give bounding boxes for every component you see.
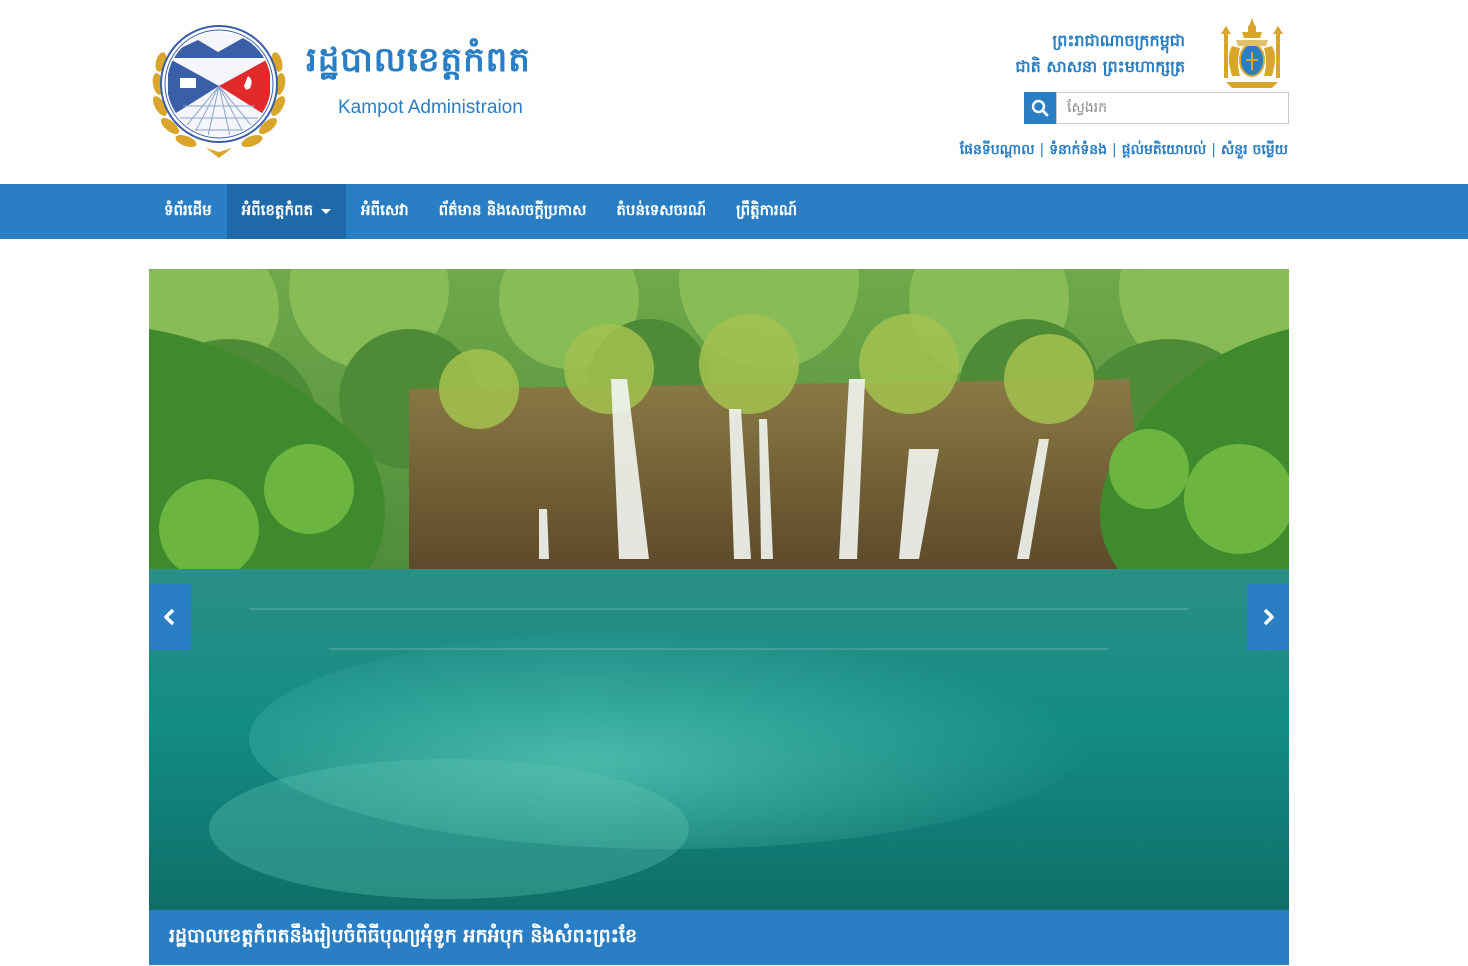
nav-item-tourism[interactable]: តំបន់ទេសចរណ៍ (601, 184, 721, 239)
nav-item-label: អំពីសេវា (361, 200, 409, 219)
chevron-right-icon (1263, 608, 1274, 626)
page: រដ្ឋបាលខេត្តកំពត Kampot Administraion ព្… (0, 0, 1468, 966)
nav-item-about-kampot[interactable]: អំពីខេត្តកំពត (226, 184, 347, 239)
quick-link-feedback[interactable]: ផ្ដល់មតិយោបល់ (1122, 142, 1206, 158)
carousel-prev-button[interactable] (149, 584, 191, 650)
site-title[interactable]: រដ្ឋបាលខេត្តកំពត (306, 38, 531, 88)
nav-item-services[interactable]: អំពីសេវា (346, 184, 424, 239)
caret-down-icon (321, 209, 332, 214)
nav-item-label: ទំព័រដើម (164, 200, 212, 219)
link-separator: | (1112, 142, 1117, 158)
carousel-next-button[interactable] (1247, 584, 1289, 650)
motto-line-kingdom: ព្រះរាជាណាចក្រកម្ពុជា (1052, 31, 1185, 50)
carousel-slide-image[interactable] (149, 269, 1289, 910)
link-separator: | (1211, 142, 1216, 158)
link-separator: | (1039, 142, 1045, 158)
hero-carousel: រដ្ឋបាលខេត្តកំពតនឹងរៀបចំពិធីបុណ្យអុំទូក … (149, 269, 1289, 966)
nav-item-news[interactable]: ព័ត៌មាន និងសេចក្ដីប្រកាស (424, 184, 602, 239)
quick-link-faq[interactable]: សំនួរ ចម្លើយ (1221, 142, 1288, 158)
nav-item-label: តំបន់ទេសចរណ៍ (616, 200, 707, 219)
nav-menu: ទំព័រដើម អំពីខេត្តកំពត អំពីសេវា ព័ត៌មាន … (149, 184, 812, 239)
nav-item-label: ព្រឹត្តិការណ៍ (736, 200, 798, 219)
search-box (1024, 92, 1289, 124)
royal-arms-icon (1218, 16, 1286, 94)
kampot-seal-icon[interactable] (148, 14, 290, 160)
search-button[interactable] (1024, 92, 1056, 124)
nav-item-label: ព័ត៌មាន និងសេចក្ដីប្រកាស (438, 200, 587, 219)
nav-item-events[interactable]: ព្រឹត្តិការណ៍ (721, 184, 812, 239)
quick-links: ផែនទីបណ្ដាល | ទំនាក់ទំនង | ផ្ដល់មតិយោបល់ | សំន… (960, 140, 1288, 161)
site-header: រដ្ឋបាលខេត្តកំពត Kampot Administraion ព្… (0, 0, 1468, 184)
quick-link-contact[interactable]: ទំនាក់ទំនង (1049, 142, 1107, 158)
main-navbar: ទំព័រដើម អំពីខេត្តកំពត អំពីសេវា ព័ត៌មាន … (0, 184, 1468, 239)
search-icon (1031, 99, 1049, 117)
quick-link-map[interactable]: ផែនទីបណ្ដាល (960, 142, 1035, 158)
nav-item-home[interactable]: ទំព័រដើម (149, 184, 227, 239)
nav-item-label: អំពីខេត្តកំពត (241, 200, 314, 219)
chevron-left-icon (164, 608, 175, 626)
motto-line-nation: ជាតិ សាសនា ព្រះមហាក្សត្រ (1015, 57, 1185, 76)
carousel-caption[interactable]: រដ្ឋបាលខេត្តកំពតនឹងរៀបចំពិធីបុណ្យអុំទូក … (149, 910, 1289, 965)
national-motto: ព្រះរាជាណាចក្រកម្ពុជា ជាតិ សាសនា ព្រះមហា… (1015, 28, 1185, 80)
site-subtitle: Kampot Administraion (338, 97, 523, 118)
search-input[interactable] (1056, 92, 1289, 124)
carousel-caption-text: រដ្ឋបាលខេត្តកំពតនឹងរៀបចំពិធីបុណ្យអុំទូក … (169, 924, 638, 947)
